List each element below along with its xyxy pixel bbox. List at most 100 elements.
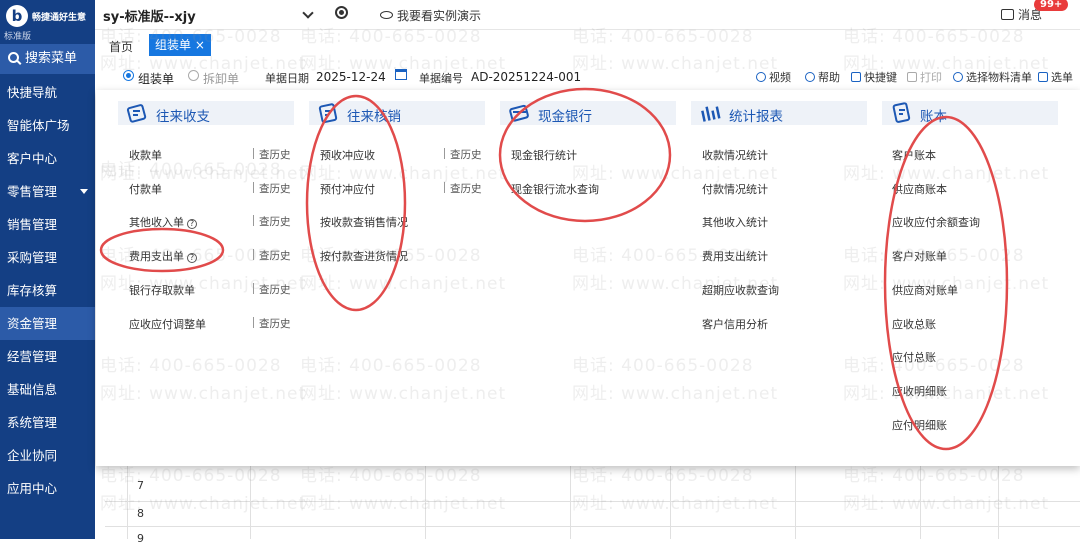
search-menu-label: 搜索菜单 [25, 51, 78, 66]
sidebar-item-agent-plaza[interactable]: 智能体广场 [0, 109, 95, 142]
settings-icon [953, 72, 963, 82]
menu-column-title: 统计报表 [729, 109, 783, 125]
menu-item-credit-analysis[interactable]: 客户信用分析 [702, 316, 768, 332]
sidebar-item-label: 零售管理 [7, 184, 58, 199]
menu-column-header: 现金银行 [500, 101, 676, 125]
menu-item-other-income[interactable]: 其他收入单? [129, 214, 197, 230]
history-link[interactable]: 查历史 [253, 316, 291, 331]
select-order-button[interactable]: 选单 [1038, 69, 1073, 85]
logo: b 畅捷通好生意 标准版 [0, 0, 95, 42]
radio-disassembly-label: 拆卸单 [203, 72, 240, 86]
sidebar-item-system[interactable]: 系统管理 [0, 406, 95, 439]
demo-link[interactable]: 我要看实例演示 [380, 7, 481, 24]
sidebar-item-retail[interactable]: 零售管理 [0, 175, 95, 208]
number-value[interactable]: AD-20251224-001 [471, 70, 581, 84]
sidebar-item-app-center[interactable]: 应用中心 [0, 472, 95, 505]
date-value[interactable]: 2025-12-24 [316, 70, 386, 84]
help-icon: ? [187, 253, 197, 263]
menu-item-ar-general-ledger[interactable]: 应收总账 [892, 316, 936, 332]
menu-item-sales-by-receipt[interactable]: 按收款查销售情况 [320, 214, 408, 230]
menu-item-receipt-stats[interactable]: 收款情况统计 [702, 147, 768, 163]
menu-item-ar-detail-ledger[interactable]: 应收明细账 [892, 383, 947, 399]
sidebar-item-customer-center[interactable]: 客户中心 [0, 142, 95, 175]
menu-item-supplier-ledger[interactable]: 供应商账本 [892, 181, 947, 197]
history-link[interactable]: 查历史 [253, 214, 291, 229]
menu-column-title: 现金银行 [538, 109, 592, 125]
sidebar-item-basic-info[interactable]: 基础信息 [0, 373, 95, 406]
gear-icon[interactable] [335, 6, 348, 19]
sidebar-item-inventory[interactable]: 库存核算 [0, 274, 95, 307]
menu-item-purchase-by-payment[interactable]: 按付款查进货情况 [320, 248, 408, 264]
menu-item-expense[interactable]: 费用支出单? [129, 248, 197, 264]
radio-assembly[interactable] [123, 70, 134, 81]
tab-assembly-order[interactable]: 组装单 × [149, 34, 211, 56]
radio-disassembly[interactable] [188, 70, 199, 81]
sidebar-item-purchase[interactable]: 采购管理 [0, 241, 95, 274]
menu-column-ledgers: 账本 [882, 101, 1058, 125]
menu-item-customer-statement[interactable]: 客户对账单 [892, 248, 947, 264]
menu-item-prepay-recv-offset[interactable]: 预收冲应收 [320, 147, 375, 163]
sidebar-item-operations[interactable]: 经营管理 [0, 340, 95, 373]
history-link[interactable]: 查历史 [444, 181, 482, 196]
keyboard-icon [851, 72, 861, 82]
account-title[interactable]: sy-标准版--xjy [103, 6, 196, 25]
edition-label: 标准版 [4, 32, 32, 42]
menu-column-header: 往来收支 [118, 101, 294, 125]
search-menu-button[interactable]: 搜索菜单 [0, 44, 95, 74]
help-button[interactable]: 帮助 [805, 69, 840, 85]
menu-item-receipt[interactable]: 收款单 [129, 147, 162, 163]
sidebar-item-sales[interactable]: 销售管理 [0, 208, 95, 241]
demo-label: 我要看实例演示 [397, 9, 482, 23]
menu-item-cash-bank-stats[interactable]: 现金银行统计 [511, 147, 577, 163]
menu-item-ap-detail-ledger[interactable]: 应付明细账 [892, 417, 947, 433]
sidebar-item-quick-nav[interactable]: 快捷导航 [0, 76, 95, 109]
menu-item-ar-ap-adjust[interactable]: 应收应付调整单 [129, 316, 206, 332]
menu-item-cash-bank-flow[interactable]: 现金银行流水查询 [511, 181, 599, 197]
menu-column-header: 账本 [882, 101, 1058, 125]
history-link[interactable]: 查历史 [253, 181, 291, 196]
menu-item-customer-ledger[interactable]: 客户账本 [892, 147, 936, 163]
list-icon [1038, 72, 1048, 82]
help-icon: ? [187, 219, 197, 229]
history-link[interactable]: 查历史 [444, 147, 482, 162]
history-link[interactable]: 查历史 [253, 248, 291, 263]
menu-item-ap-general-ledger[interactable]: 应付总账 [892, 349, 936, 365]
play-icon [756, 72, 766, 82]
menu-column-cash-bank: 现金银行 [500, 101, 676, 125]
print-button[interactable]: 打印 [907, 69, 942, 85]
menu-item-prepay-pay-offset[interactable]: 预付冲应付 [320, 181, 375, 197]
menu-item-ar-ap-balance[interactable]: 应收应付余额查询 [892, 214, 980, 230]
top-bar: sy-标准版--xjy 我要看实例演示 消息 99+ [95, 0, 1080, 30]
menu-item-payment-stats[interactable]: 付款情况统计 [702, 181, 768, 197]
shortcut-button[interactable]: 快捷键 [851, 69, 897, 85]
bank-card-icon [509, 104, 529, 122]
logo-icon: b [6, 5, 28, 27]
sidebar-nav: 快捷导航 智能体广场 客户中心 零售管理 销售管理 采购管理 库存核算 资金管理… [0, 76, 95, 505]
menu-column-write-off: 往来核销 [309, 101, 485, 125]
sidebar: b 畅捷通好生意 标准版 搜索菜单 快捷导航 智能体广场 客户中心 零售管理 销… [0, 0, 95, 539]
chevron-down-icon[interactable] [302, 7, 314, 19]
menu-column-reports: 统计报表 [691, 101, 867, 125]
history-link[interactable]: 查历史 [253, 282, 291, 297]
date-label: 单据日期 [265, 72, 309, 85]
calendar-icon[interactable] [395, 69, 407, 83]
sidebar-item-funds[interactable]: 资金管理 [0, 307, 95, 340]
select-bom-button[interactable]: 选择物料清单 [953, 69, 1032, 85]
menu-item-bank-deposit[interactable]: 银行存取款单 [129, 282, 195, 298]
number-label: 单据编号 [419, 72, 463, 85]
sidebar-item-collaboration[interactable]: 企业协同 [0, 439, 95, 472]
menu-item-expense-stats[interactable]: 费用支出统计 [702, 248, 768, 264]
message-count-badge: 99+ [1034, 0, 1069, 11]
menu-item-payment[interactable]: 付款单 [129, 181, 162, 197]
report-chart-icon [701, 106, 721, 122]
tab-home[interactable]: 首页 [109, 38, 133, 55]
eye-icon [380, 11, 393, 19]
menu-item-overdue-ar[interactable]: 超期应收款查询 [702, 282, 779, 298]
menu-item-other-income-stats[interactable]: 其他收入统计 [702, 214, 768, 230]
form-header: 组装单 拆卸单 单据日期 2025-12-24 单据编号 AD-20251224… [105, 64, 1080, 88]
menu-item-supplier-statement[interactable]: 供应商对账单 [892, 282, 958, 298]
caret-down-icon [80, 189, 88, 194]
video-button[interactable]: 视频 [756, 69, 791, 85]
wallet-icon [126, 104, 147, 123]
history-link[interactable]: 查历史 [253, 147, 291, 162]
